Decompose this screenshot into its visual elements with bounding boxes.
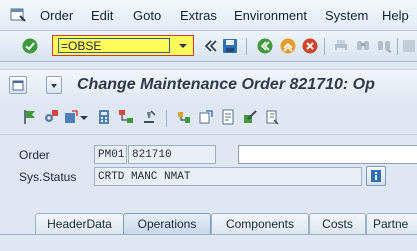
- menu-help[interactable]: Help: [382, 8, 409, 23]
- screen-layout-icon: [12, 80, 24, 91]
- planning-icon[interactable]: [176, 109, 192, 125]
- page-title: Change Maintenance Order 821710: Op: [77, 76, 375, 93]
- toolbar-separator: [397, 38, 398, 55]
- print-icon: [335, 40, 347, 52]
- tab-components[interactable]: Components: [211, 213, 309, 235]
- system-status-field[interactable]: CRTD MANC NMAT: [94, 167, 362, 186]
- find-next-icon: [378, 41, 392, 53]
- settings-gear-icon[interactable]: [43, 109, 59, 125]
- triangle-down-icon[interactable]: [78, 109, 94, 125]
- toolbar-separator: [246, 38, 247, 55]
- flag-icon[interactable]: [22, 109, 38, 125]
- menu-environment[interactable]: Environment: [234, 8, 307, 23]
- enter-check-icon[interactable]: [22, 38, 38, 54]
- toolbar-separator: [166, 110, 167, 127]
- tab-headerdata[interactable]: HeaderData: [35, 213, 124, 235]
- menu-order[interactable]: Order: [40, 8, 73, 23]
- layout-menu-button[interactable]: [9, 76, 27, 94]
- object-link-icon[interactable]: [63, 109, 79, 125]
- triangle-down-icon: [51, 84, 57, 88]
- document-icon[interactable]: [220, 109, 236, 125]
- layout-dropdown-button[interactable]: [46, 76, 62, 94]
- title-bar: Change Maintenance Order 821710: Op: [0, 69, 417, 101]
- save-icon[interactable]: [222, 38, 238, 54]
- edit-pen-icon[interactable]: [242, 109, 258, 125]
- stamp-icon[interactable]: [141, 109, 157, 125]
- order-number-field[interactable]: 821710: [128, 145, 216, 164]
- cancel-icon[interactable]: [302, 38, 318, 54]
- exit-icon[interactable]: [280, 38, 296, 54]
- tab-partner[interactable]: Partne: [366, 213, 417, 235]
- status-label: Sys.Status: [19, 170, 77, 184]
- tab-costs[interactable]: Costs: [309, 213, 366, 235]
- calculator-icon[interactable]: [96, 109, 112, 125]
- menu-edit[interactable]: Edit: [91, 8, 113, 23]
- menu-bar: Order Edit Goto Extras Environment Syste…: [0, 0, 417, 31]
- find-icon: [357, 41, 369, 50]
- toolbar-separator: [324, 38, 325, 55]
- order-label: Order: [19, 148, 50, 162]
- menu-goto[interactable]: Goto: [133, 8, 161, 23]
- export-icon[interactable]: [198, 109, 214, 125]
- info-icon: [371, 170, 381, 182]
- status-info-button[interactable]: [366, 166, 386, 186]
- tab-panel-border: [0, 234, 417, 235]
- tab-operations[interactable]: Operations: [123, 213, 211, 235]
- back-icon[interactable]: [257, 38, 273, 54]
- hierarchy-icon[interactable]: [118, 109, 134, 125]
- chevron-down-icon[interactable]: [178, 41, 188, 51]
- sap-menu-icon[interactable]: [10, 7, 26, 23]
- double-chevron-left-icon[interactable]: [203, 38, 219, 54]
- first-page-icon: [403, 40, 415, 52]
- menu-extras[interactable]: Extras: [180, 8, 217, 23]
- menu-system[interactable]: System: [325, 8, 368, 23]
- command-field-highlight: [52, 35, 194, 56]
- order-type-field[interactable]: PM01: [94, 145, 127, 164]
- attachment-icon[interactable]: [264, 109, 280, 125]
- order-description-field[interactable]: [238, 145, 417, 164]
- command-field[interactable]: [58, 38, 170, 53]
